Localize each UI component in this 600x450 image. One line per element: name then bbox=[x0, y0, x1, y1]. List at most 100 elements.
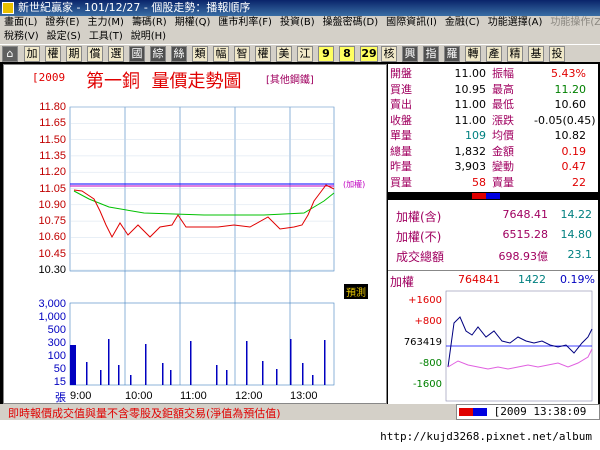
bid-bar bbox=[472, 193, 486, 199]
quote-value: 1,832 bbox=[454, 144, 487, 158]
menu-item[interactable]: 功能操作(Z) bbox=[546, 16, 600, 30]
volume-tick-label: 500 bbox=[47, 324, 66, 336]
toolbar-button[interactable]: 償 bbox=[87, 46, 103, 62]
menu-item[interactable]: 畫面(L) bbox=[0, 16, 41, 30]
menu-item[interactable]: 設定(S) bbox=[43, 30, 85, 44]
mini-axis-label: +800 bbox=[414, 316, 442, 327]
price-tick-label: 11.05 bbox=[39, 182, 66, 195]
quote-label: 賣量 bbox=[492, 175, 514, 189]
toolbar-button[interactable]: 綜 bbox=[150, 46, 166, 62]
volume-bar bbox=[108, 339, 110, 385]
toolbar-button[interactable]: 國 bbox=[129, 46, 145, 62]
index-mini-chart[interactable]: 加權 764841 1422 0.19% +1600 +800 763419 -800… bbox=[388, 270, 598, 404]
time-tick-label: 12:00 bbox=[235, 390, 263, 402]
toolbar-button[interactable]: 羅 bbox=[444, 46, 460, 62]
quote-row: 賣出 11.00 最低 10.60 bbox=[388, 97, 598, 112]
toolbar-button[interactable]: 9 bbox=[318, 46, 334, 62]
index-change: 23.1 bbox=[567, 248, 593, 261]
toolbar-button[interactable]: 幅 bbox=[213, 46, 229, 62]
volume-bar bbox=[226, 370, 228, 385]
menu-item[interactable]: 匯市利率(F) bbox=[214, 16, 276, 30]
quote-label: 買進 bbox=[390, 82, 412, 96]
window-title: 新世紀贏家 - 101/12/27 - 個股走勢：播報順序 bbox=[18, 1, 251, 14]
volume-bar bbox=[290, 339, 292, 385]
toolbar-button[interactable]: 權 bbox=[255, 46, 271, 62]
toolbar-button[interactable]: 絲 bbox=[171, 46, 187, 62]
toolbar-button[interactable]: 產 bbox=[486, 46, 502, 62]
intraday-chart-panel: [2009 第一銅 量價走勢圖 [其他鋼鐵] 11.80 11.65 11.50 11… bbox=[3, 64, 387, 404]
toolbar-button[interactable]: 興 bbox=[402, 46, 418, 62]
toolbar-button[interactable]: 智 bbox=[234, 46, 250, 62]
quote-value: 5.43% bbox=[551, 67, 586, 80]
toolbar-button[interactable]: 權 bbox=[45, 46, 61, 62]
volume-bar bbox=[262, 361, 264, 385]
toolbar-button[interactable]: 加 bbox=[24, 46, 40, 62]
menu-item[interactable]: 金融(C) bbox=[441, 16, 484, 30]
toolbar-button[interactable]: 江 bbox=[297, 46, 313, 62]
menu-item[interactable]: 期權(Q) bbox=[171, 16, 215, 30]
toolbar-button[interactable]: 29 bbox=[360, 46, 378, 62]
home-icon[interactable]: ⌂ bbox=[2, 46, 18, 62]
menu-item[interactable]: 說明(H) bbox=[127, 30, 170, 44]
volume-bar bbox=[118, 365, 120, 385]
quote-label: 賣出 bbox=[390, 98, 412, 111]
quote-value: 10.82 bbox=[554, 129, 587, 142]
status-time: 13:38:09 bbox=[533, 405, 587, 418]
forecast-badge[interactable]: 預測 bbox=[344, 284, 368, 299]
menu-bar-secondary: 稅務(V) 設定(S) 工具(T) 說明(H) bbox=[0, 30, 600, 44]
toolbar-button[interactable]: 指 bbox=[423, 46, 439, 62]
index-summary: 加權(含) 7648.41 14.22 加權(不) 6515.28 14.80 成交總額 69… bbox=[388, 202, 598, 266]
toolbar-button[interactable]: 8 bbox=[339, 46, 355, 62]
quote-label: 開盤 bbox=[390, 67, 412, 80]
volume-bar bbox=[246, 341, 248, 385]
menu-item[interactable]: 功能選擇(A) bbox=[484, 16, 547, 30]
volume-bar bbox=[70, 345, 76, 385]
index-value: 7648.41 bbox=[502, 208, 549, 221]
toolbar-button[interactable]: 投 bbox=[549, 46, 565, 62]
quote-label: 變動 bbox=[492, 160, 514, 173]
mini-axis-label: -1600 bbox=[412, 379, 442, 390]
watermark-url: http://kujd3268.pixnet.net/album bbox=[380, 430, 592, 443]
toolbar-button[interactable]: 核 bbox=[381, 46, 397, 62]
status-bar: 即時報價成交值與量不含零股及鉅額交易(淨值為預估值) [2009 13:38:0… bbox=[0, 404, 600, 420]
quote-row: 昨量 3,903 變動 0.47 bbox=[388, 159, 598, 174]
menu-item[interactable]: 主力(M) bbox=[84, 16, 128, 30]
quote-value: 11.00 bbox=[454, 113, 487, 127]
quote-label: 總量 bbox=[390, 144, 412, 158]
toolbar-button[interactable]: 精 bbox=[507, 46, 523, 62]
status-red-flag bbox=[459, 408, 473, 416]
quote-row: 買進 10.95 最高 11.20 bbox=[388, 82, 598, 97]
menu-item[interactable]: 操盤密碼(D) bbox=[319, 16, 383, 30]
menu-item[interactable]: 籌碼(R) bbox=[128, 16, 171, 30]
volume-bar bbox=[216, 365, 218, 385]
price-tick-label: 11.80 bbox=[39, 101, 66, 113]
quote-row: 開盤 11.00 振幅 5.43% bbox=[388, 66, 598, 81]
menu-bar: 畫面(L) 證券(E) 主力(M) 籌碼(R) 期權(Q) 匯市利率(F) 投資(B) 操盤密… bbox=[0, 16, 600, 30]
toolbar-button[interactable]: 美 bbox=[276, 46, 292, 62]
index-label: 加權(不) bbox=[396, 230, 442, 244]
volume-bar bbox=[100, 370, 102, 385]
menu-item[interactable]: 工具(T) bbox=[85, 30, 127, 44]
quote-label: 振幅 bbox=[492, 67, 514, 80]
volume-tick-label: 1,000 bbox=[38, 311, 66, 323]
quote-value: 0.47 bbox=[561, 160, 587, 173]
index-label: 加權(含) bbox=[396, 210, 442, 224]
menu-item[interactable]: 投資(B) bbox=[276, 16, 319, 30]
mini-axis-label: +1600 bbox=[408, 295, 442, 306]
toolbar-button[interactable]: 類 bbox=[192, 46, 208, 62]
menu-item[interactable]: 稅務(V) bbox=[0, 30, 43, 44]
menu-item[interactable]: 證券(E) bbox=[41, 16, 83, 30]
price-line bbox=[73, 184, 335, 239]
status-code: [2009 bbox=[493, 405, 527, 418]
quote-label: 單量 bbox=[390, 129, 412, 142]
bid-ask-bar bbox=[388, 192, 598, 200]
average-price-line bbox=[73, 190, 335, 216]
quote-panel: 開盤 11.00 振幅 5.43% 買進 10.95 最高 11.20 賣出 11.00 最低 10.… bbox=[388, 64, 598, 404]
toolbar-button[interactable]: 轉 bbox=[465, 46, 481, 62]
volume-tick-label: 300 bbox=[47, 337, 66, 349]
toolbar-button[interactable]: 期 bbox=[66, 46, 82, 62]
quote-value: 11.20 bbox=[554, 82, 587, 96]
toolbar-button[interactable]: 選 bbox=[108, 46, 124, 62]
toolbar-button[interactable]: 基 bbox=[528, 46, 544, 62]
menu-item[interactable]: 國際資訊(I) bbox=[382, 16, 441, 30]
